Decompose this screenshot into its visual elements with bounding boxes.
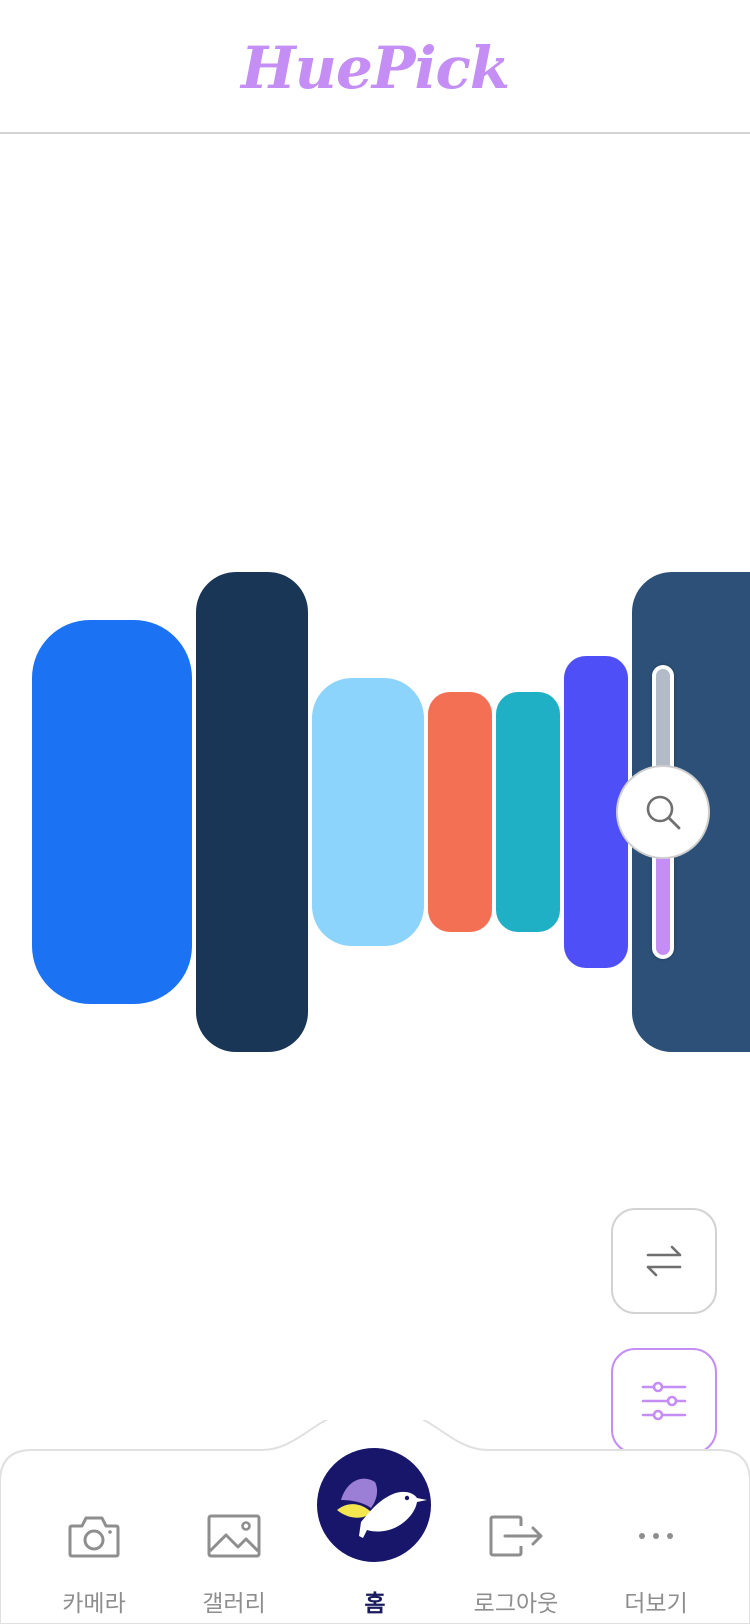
gallery-icon — [207, 1514, 261, 1558]
tab-gallery[interactable]: 갤러리 — [174, 1506, 294, 1624]
tab-camera[interactable]: 카메라 — [34, 1506, 154, 1624]
swap-arrows-icon — [646, 1245, 682, 1277]
color-swatch-4[interactable] — [428, 692, 492, 932]
app-screen: HuePick 카메라 갤러리 홈 로그아웃 더보기 — [0, 0, 750, 1624]
tab-gallery-label: 갤러리 — [202, 1591, 266, 1617]
zoom-slider-knob[interactable] — [616, 765, 710, 859]
tab-home[interactable]: 홈 — [315, 1506, 435, 1624]
color-swatch-3[interactable] — [312, 678, 424, 946]
swap-button[interactable] — [611, 1208, 717, 1314]
tab-logout[interactable]: 로그아웃 — [456, 1506, 576, 1624]
color-swatch-1[interactable] — [32, 620, 192, 1004]
logout-icon — [489, 1515, 543, 1557]
color-swatch-5[interactable] — [496, 692, 560, 932]
color-palette — [0, 0, 750, 1100]
camera-icon — [68, 1516, 120, 1558]
search-icon — [646, 795, 681, 830]
tab-camera-label: 카메라 — [62, 1591, 126, 1617]
tab-more-label: 더보기 — [624, 1591, 688, 1617]
sliders-icon — [641, 1381, 687, 1421]
more-icon — [639, 1533, 673, 1539]
tab-logout-label: 로그아웃 — [473, 1591, 559, 1617]
tab-more[interactable]: 더보기 — [596, 1506, 716, 1624]
tab-home-label: 홈 — [364, 1591, 386, 1617]
color-swatch-2[interactable] — [196, 572, 308, 1052]
